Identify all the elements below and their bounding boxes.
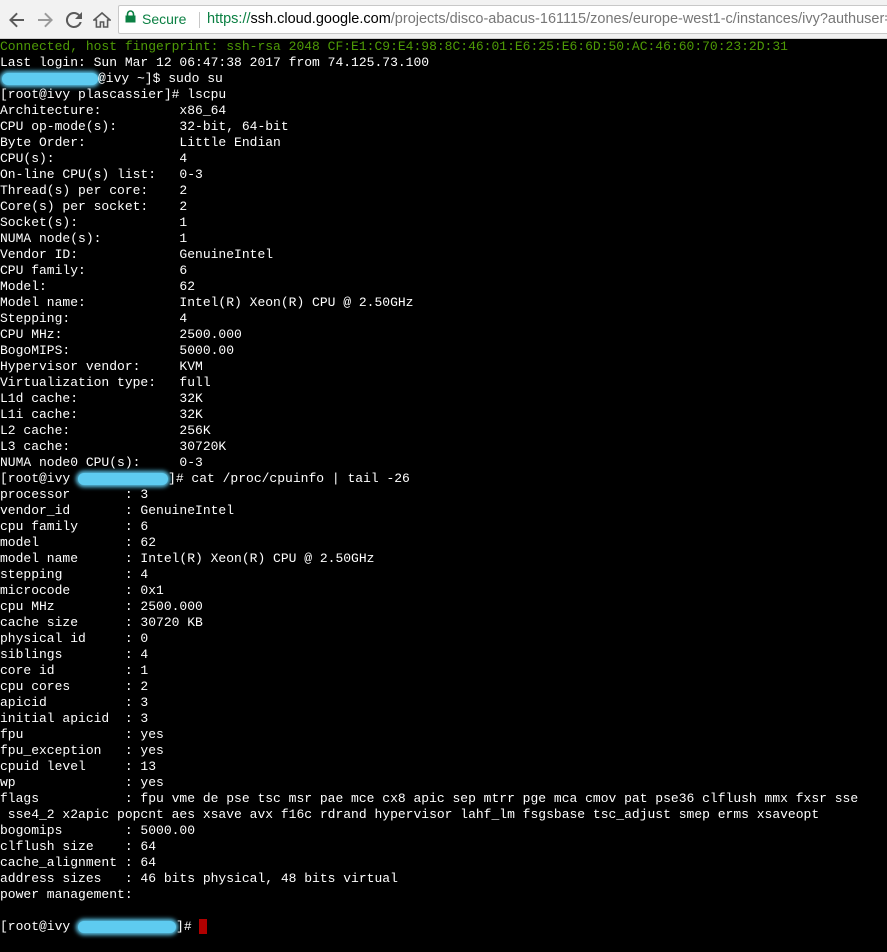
lscpu-line: Virtualization type: full: [0, 375, 211, 390]
lscpu-line: Thread(s) per core: 2: [0, 183, 188, 198]
cpuinfo-line: cpu family : 6: [0, 519, 149, 534]
cpuinfo-line: flags : fpu vme de pse tsc msr pae mce c…: [0, 791, 859, 806]
cpuinfo-line: cache_alignment : 64: [0, 855, 157, 870]
lscpu-line: CPU(s): 4: [0, 151, 188, 166]
lscpu-line: L1d cache: 32K: [0, 391, 203, 406]
lscpu-line: Hypervisor vendor: KVM: [0, 359, 203, 374]
cpuinfo-line: model name : Intel(R) Xeon(R) CPU @ 2.50…: [0, 551, 375, 566]
cpuinfo-line: power management:: [0, 887, 133, 902]
prompt-suffix: ]#: [176, 919, 200, 934]
back-arrow-icon[interactable]: [6, 9, 28, 31]
lscpu-line: CPU MHz: 2500.000: [0, 327, 242, 342]
lscpu-line: Model: 62: [0, 279, 196, 294]
cat-command: ]# cat /proc/cpuinfo | tail -26: [168, 471, 410, 486]
last-login-line: Last login: Sun Mar 12 06:47:38 2017 fro…: [0, 55, 430, 70]
cpuinfo-line: cpu cores : 2: [0, 679, 149, 694]
cpuinfo-line: sse4_2 x2apic popcnt aes xsave avx f16c …: [0, 807, 820, 822]
lscpu-line: Socket(s): 1: [0, 215, 188, 230]
cpuinfo-line: wp : yes: [0, 775, 164, 790]
lscpu-line: L2 cache: 256K: [0, 423, 211, 438]
cpuinfo-line: cache size : 30720 KB: [0, 615, 203, 630]
url-host: ssh.cloud.google.com: [250, 11, 391, 27]
cpuinfo-line: address sizes : 46 bits physical, 48 bit…: [0, 871, 398, 886]
final-prompt-line: [root@ivy ]#: [0, 919, 208, 935]
redacted-username: [2, 73, 98, 85]
url-path: /projects/disco-abacus-161115/zones/euro…: [390, 11, 887, 27]
cpuinfo-line: microcode : 0x1: [0, 583, 164, 598]
cpuinfo-line: vendor_id : GenuineIntel: [0, 503, 235, 518]
cpuinfo-line: bogomips : 5000.00: [0, 823, 196, 838]
cpuinfo-line: cpu MHz : 2500.000: [0, 599, 203, 614]
lscpu-line: Vendor ID: GenuineIntel: [0, 247, 274, 262]
lscpu-line: Byte Order: Little Endian: [0, 135, 281, 150]
cpuinfo-line: initial apicid : 3: [0, 711, 149, 726]
secure-label: Secure: [142, 11, 187, 27]
cpuinfo-line: cpuid level : 13: [0, 759, 157, 774]
cpuinfo-line: core id : 1: [0, 663, 149, 678]
lscpu-line: NUMA node0 CPU(s): 0-3: [0, 455, 203, 470]
home-icon[interactable]: [91, 9, 113, 31]
browser-toolbar: Secure https://ssh.cloud.google.com/proj…: [0, 0, 887, 39]
lscpu-line: L1i cache: 32K: [0, 407, 203, 422]
address-bar[interactable]: Secure https://ssh.cloud.google.com/proj…: [118, 5, 887, 34]
lscpu-prompt-line: [root@ivy plascassier]# lscpu: [0, 87, 227, 102]
cpuinfo-line: siblings : 4: [0, 647, 149, 662]
lscpu-line: Architecture: x86_64: [0, 103, 227, 118]
cpuinfo-line: apicid : 3: [0, 695, 149, 710]
lock-icon: [125, 6, 136, 32]
ssh-terminal[interactable]: Connected, host fingerprint: ssh-rsa 204…: [0, 39, 887, 952]
redacted-username: [78, 921, 177, 933]
lscpu-line: NUMA node(s): 1: [0, 231, 188, 246]
lscpu-line: Core(s) per socket: 2: [0, 199, 188, 214]
cpuinfo-line: physical id : 0: [0, 631, 149, 646]
sudo-prompt-line: @ivy ~]$ sudo su: [0, 71, 223, 87]
lscpu-line: BogoMIPS: 5000.00: [0, 343, 235, 358]
cpuinfo-line: processor : 3: [0, 487, 149, 502]
lscpu-line: On-line CPU(s) list: 0-3: [0, 167, 203, 182]
cpuinfo-line: clflush size : 64: [0, 839, 157, 854]
cpuinfo-line: fpu : yes: [0, 727, 164, 742]
reload-icon[interactable]: [63, 9, 85, 31]
cat-prompt-line: [root@ivy ]# cat /proc/cpuinfo | tail -2…: [0, 471, 410, 487]
lscpu-line: L3 cache: 30720K: [0, 439, 227, 454]
prompt-prefix: [root@ivy: [0, 919, 79, 934]
lscpu-line: CPU family: 6: [0, 263, 188, 278]
url-text: https://ssh.cloud.google.com/projects/di…: [207, 6, 887, 33]
prompt-prefix: [root@ivy: [0, 471, 79, 486]
address-divider: [199, 12, 200, 28]
cpuinfo-line: model : 62: [0, 535, 157, 550]
lscpu-line: Stepping: 4: [0, 311, 188, 326]
redacted-username: [78, 473, 169, 485]
sudo-command: @ivy ~]$ sudo su: [98, 71, 223, 86]
url-scheme: https://: [207, 11, 251, 27]
cpuinfo-line: fpu_exception : yes: [0, 743, 164, 758]
cpuinfo-line: stepping : 4: [0, 567, 149, 582]
lscpu-line: CPU op-mode(s): 32-bit, 64-bit: [0, 119, 289, 134]
connected-line: Connected, host fingerprint: ssh-rsa 204…: [0, 39, 788, 54]
secure-indicator[interactable]: Secure: [125, 6, 186, 33]
terminal-cursor: [199, 919, 208, 934]
lscpu-line: Model name: Intel(R) Xeon(R) CPU @ 2.50G…: [0, 295, 414, 310]
forward-arrow-icon[interactable]: [34, 9, 56, 31]
